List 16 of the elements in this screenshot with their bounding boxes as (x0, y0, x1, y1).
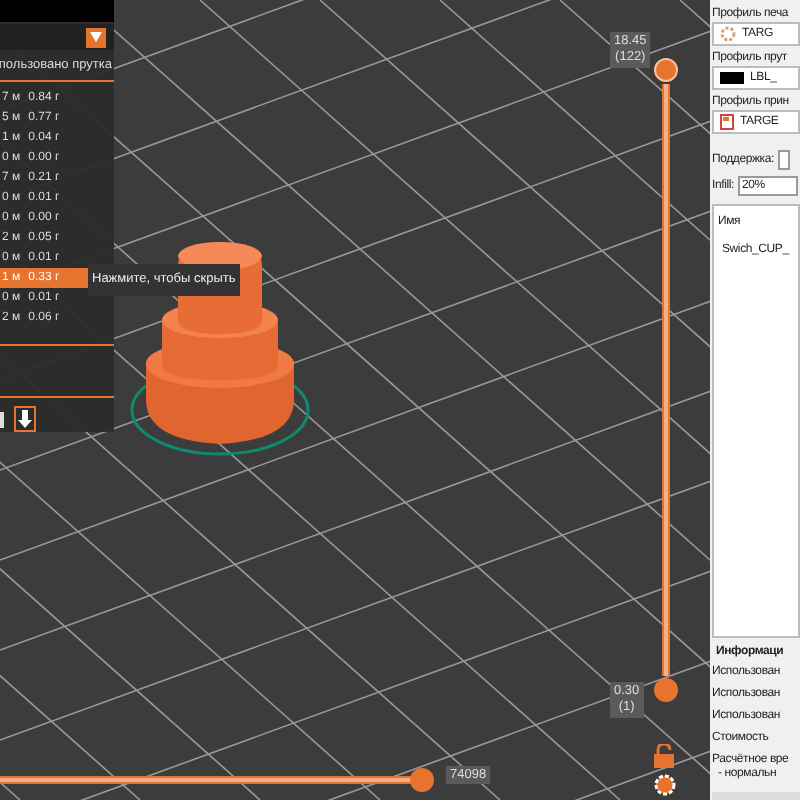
legend-title-bar (0, 0, 114, 22)
gear-icon (720, 26, 736, 42)
dropdown-button[interactable] (86, 27, 106, 48)
supports-dropdown[interactable] (777, 150, 790, 170)
layer-slider-track[interactable] (662, 84, 670, 676)
edge-icon (0, 409, 6, 429)
cog-icon[interactable] (654, 774, 676, 796)
export-button[interactable] (14, 406, 36, 432)
move-thumb-handle[interactable] (410, 768, 434, 792)
download-icon (18, 410, 32, 428)
lock-icon[interactable] (654, 744, 674, 768)
caret-icon (90, 32, 102, 43)
upper-thumb-handle[interactable] (654, 58, 678, 82)
lower-thumb-handle[interactable] (654, 678, 678, 702)
color-swatch-icon (720, 72, 744, 84)
printer-icon (720, 114, 734, 130)
